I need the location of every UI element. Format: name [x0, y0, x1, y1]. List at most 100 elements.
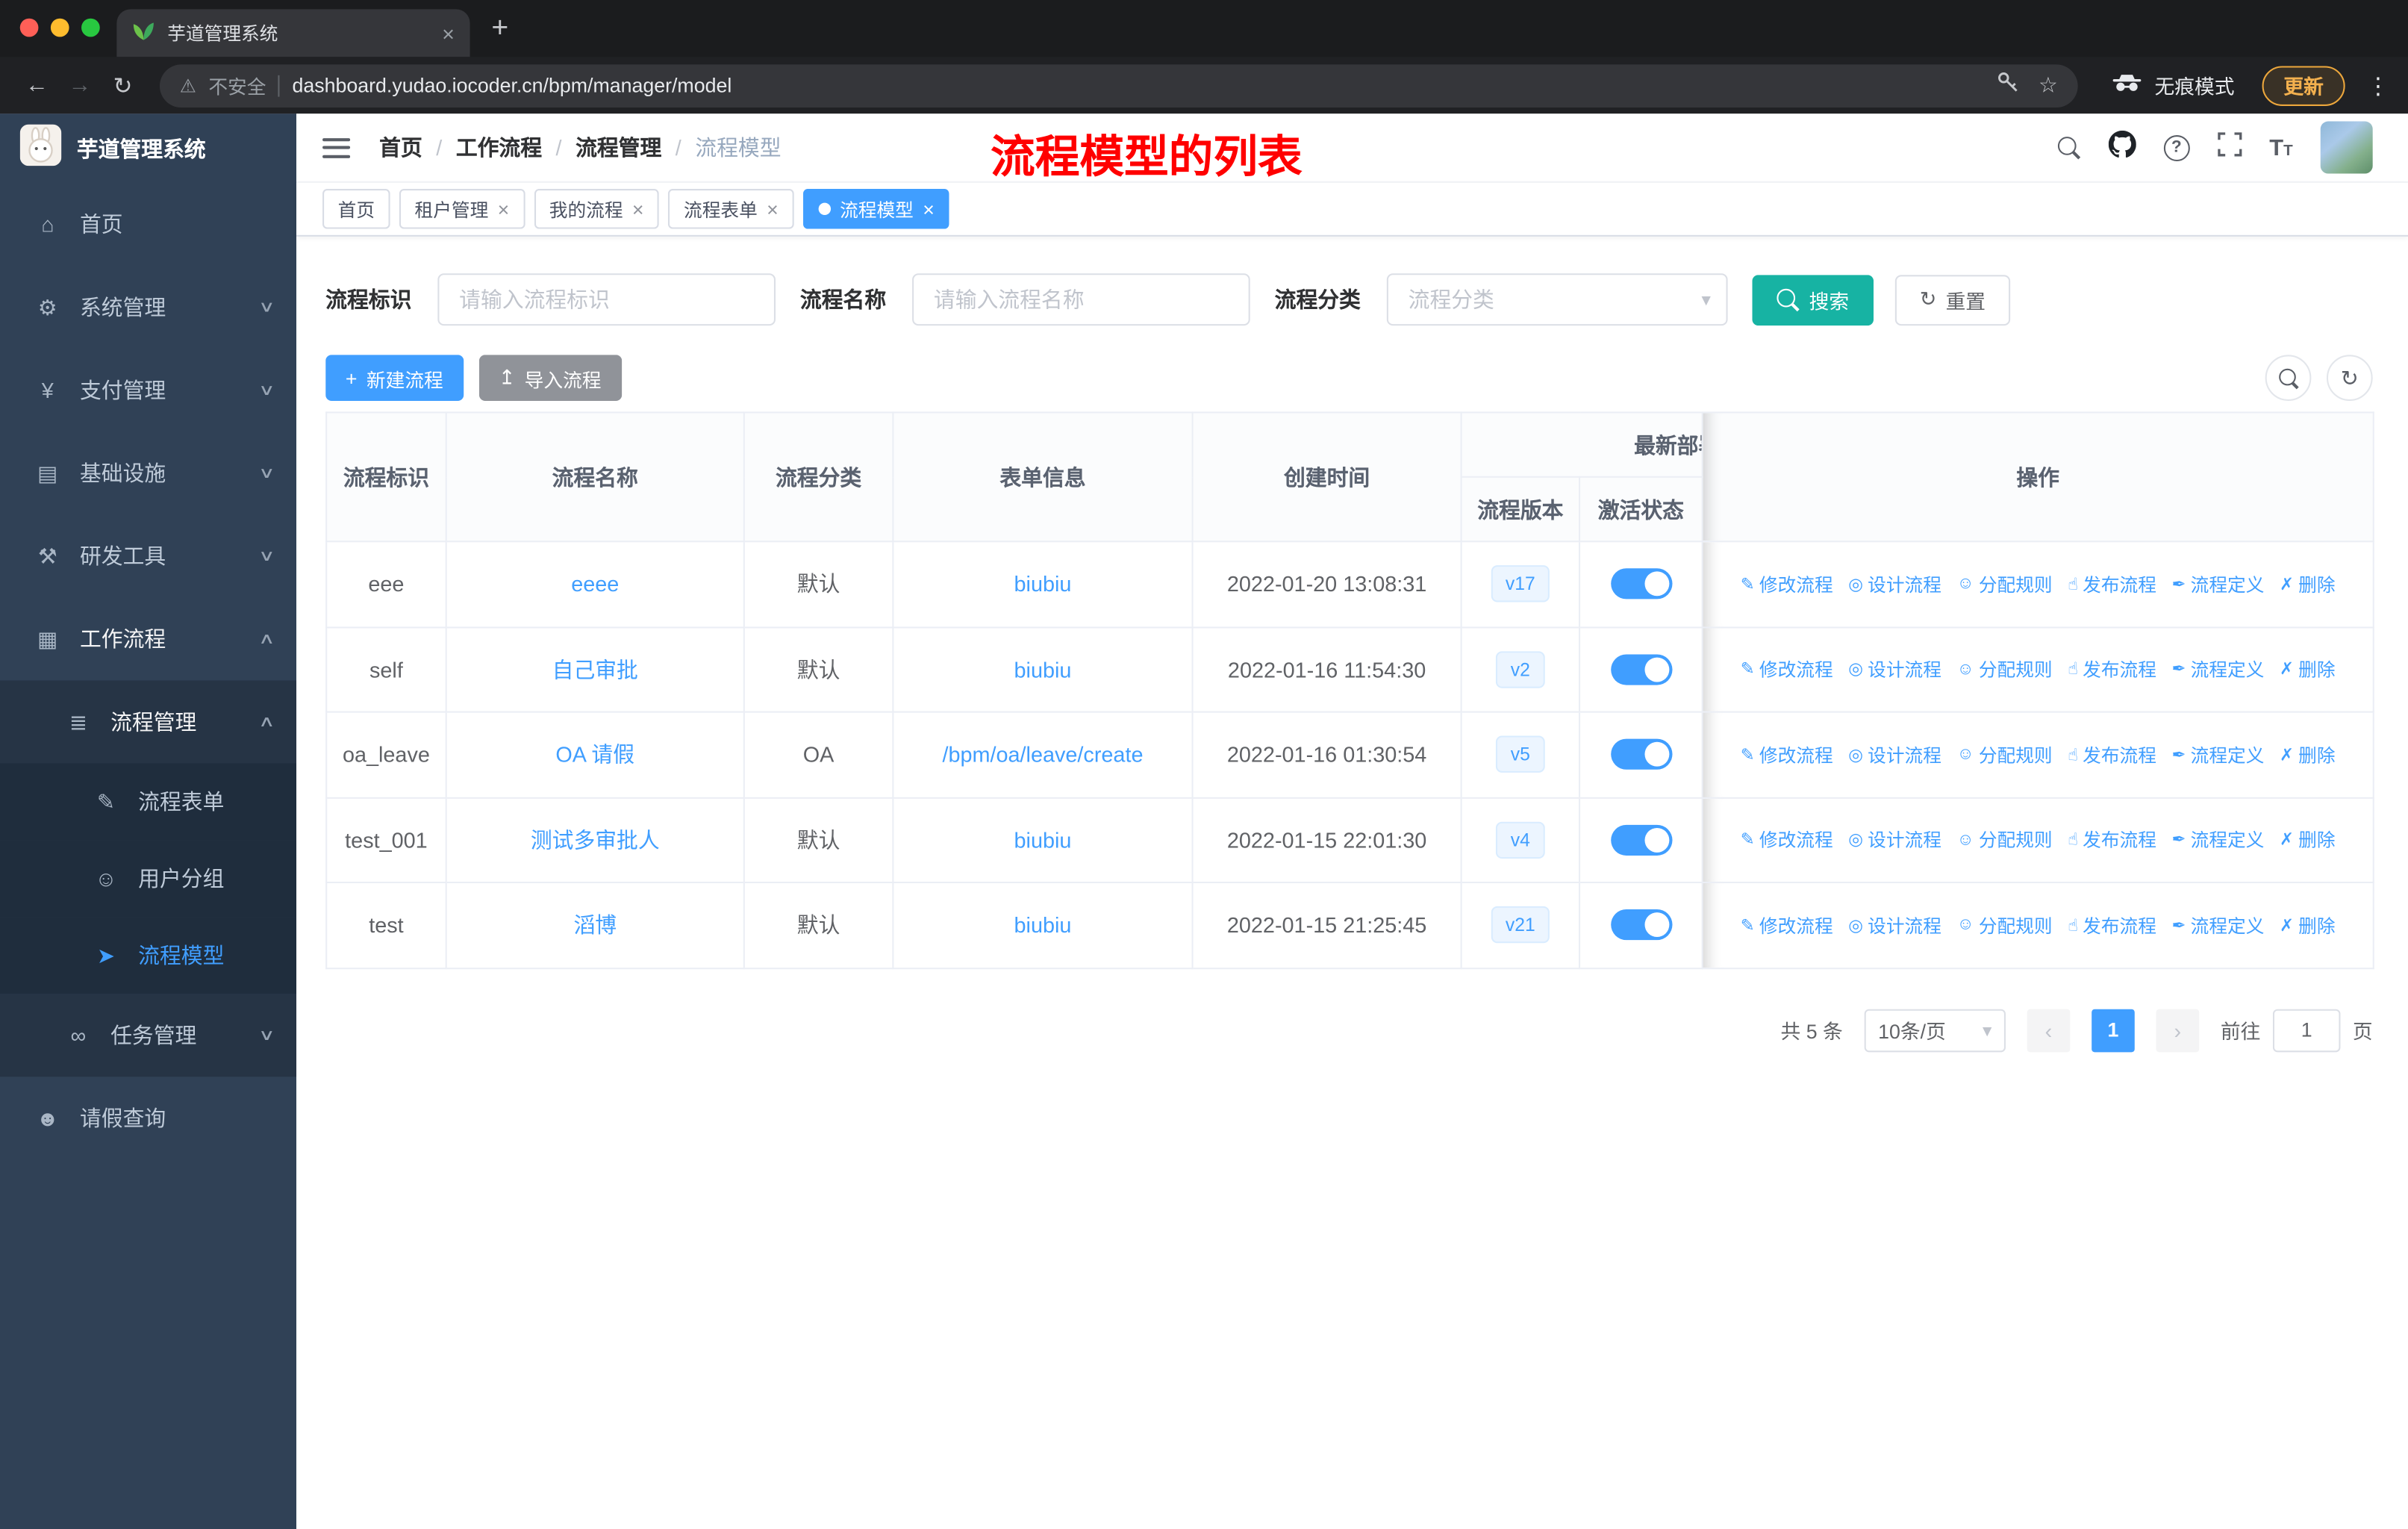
tag-process-form[interactable]: 流程表单 ×: [668, 189, 794, 229]
bookmark-star-icon[interactable]: ☆: [2039, 72, 2058, 99]
process-category-select[interactable]: 流程分类 ▾: [1386, 273, 1728, 326]
process-name-link[interactable]: OA 请假: [555, 742, 634, 767]
font-size-icon[interactable]: TT: [2269, 134, 2292, 161]
github-icon[interactable]: [2108, 129, 2136, 165]
modify-process-link[interactable]: ✎ 修改流程: [1741, 912, 1833, 938]
delete-link[interactable]: ✗ 删除: [2280, 826, 2336, 853]
back-button[interactable]: ←: [19, 72, 55, 99]
assign-rule-link[interactable]: ☺ 分配规则: [1957, 656, 2053, 682]
form-info-link[interactable]: biubiu: [1014, 913, 1072, 938]
sidebar-item-devtools[interactable]: ⚒ 研发工具 ∨: [0, 514, 296, 597]
process-definition-link[interactable]: ✒ 流程定义: [2172, 571, 2265, 597]
help-icon[interactable]: ?: [2163, 134, 2190, 161]
publish-process-link[interactable]: ☝ 发布流程: [2068, 741, 2156, 767]
design-process-link[interactable]: ◎ 设计流程: [1848, 826, 1941, 853]
form-info-link[interactable]: biubiu: [1014, 657, 1072, 682]
reset-button[interactable]: ↻ 重置: [1894, 274, 2011, 326]
tab-close-icon[interactable]: ×: [442, 21, 455, 46]
sidebar-item-process-management[interactable]: ≣ 流程管理 ∧: [0, 680, 297, 764]
tag-tenant[interactable]: 租户管理 ×: [399, 189, 525, 229]
browser-menu-icon[interactable]: ⋮: [2366, 72, 2389, 99]
form-info-link[interactable]: biubiu: [1014, 827, 1072, 852]
address-bar[interactable]: ⚠ 不安全 dashboard.yudao.iocoder.cn/bpm/man…: [159, 63, 2078, 107]
breadcrumb-home[interactable]: 首页: [379, 132, 422, 163]
process-definition-link[interactable]: ✒ 流程定义: [2172, 912, 2265, 938]
breadcrumb-workflow[interactable]: 工作流程: [456, 132, 542, 163]
modify-process-link[interactable]: ✎ 修改流程: [1741, 571, 1833, 597]
password-key-icon[interactable]: [1997, 70, 2020, 101]
sidebar-item-workflow[interactable]: ▦ 工作流程 ∧: [0, 597, 296, 680]
sidebar-item-home[interactable]: ⌂ 首页: [0, 183, 296, 266]
create-process-button[interactable]: + 新建流程: [325, 355, 464, 401]
sidebar-collapse-icon[interactable]: [322, 137, 351, 158]
design-process-link[interactable]: ◎ 设计流程: [1848, 741, 1941, 767]
sidebar-item-process-model[interactable]: ➤ 流程模型: [0, 917, 297, 994]
sidebar-item-payment[interactable]: ¥ 支付管理 ∨: [0, 349, 296, 432]
modify-process-link[interactable]: ✎ 修改流程: [1741, 826, 1833, 853]
form-info-link[interactable]: biubiu: [1014, 572, 1072, 597]
security-label[interactable]: 不安全: [208, 71, 266, 100]
sidebar-logo[interactable]: 芋道管理系统: [0, 113, 296, 183]
sidebar-item-infrastructure[interactable]: ▤ 基础设施 ∨: [0, 432, 296, 514]
assign-rule-link[interactable]: ☺ 分配规则: [1957, 912, 2053, 938]
design-process-link[interactable]: ◎ 设计流程: [1848, 571, 1941, 597]
window-minimize-button[interactable]: [50, 18, 69, 37]
publish-process-link[interactable]: ☝ 发布流程: [2068, 826, 2156, 853]
next-page-button[interactable]: ›: [2156, 1008, 2200, 1052]
assign-rule-link[interactable]: ☺ 分配规则: [1957, 826, 2053, 853]
process-definition-link[interactable]: ✒ 流程定义: [2172, 826, 2265, 853]
publish-process-link[interactable]: ☝ 发布流程: [2068, 656, 2156, 682]
search-button[interactable]: 搜索: [1752, 274, 1874, 326]
process-name-link[interactable]: 滔博: [573, 913, 617, 938]
tag-close-icon[interactable]: ×: [498, 197, 510, 220]
tag-close-icon[interactable]: ×: [923, 197, 935, 220]
process-name-input[interactable]: [912, 273, 1250, 326]
publish-process-link[interactable]: ☝ 发布流程: [2068, 912, 2156, 938]
window-close-button[interactable]: [19, 18, 39, 37]
tag-home[interactable]: 首页: [322, 189, 390, 229]
delete-link[interactable]: ✗ 删除: [2280, 571, 2336, 597]
sidebar-item-leave-query[interactable]: ☻ 请假查询: [0, 1077, 296, 1159]
process-name-link[interactable]: 测试多审批人: [531, 827, 660, 852]
active-toggle[interactable]: [1610, 653, 1672, 685]
active-toggle[interactable]: [1610, 824, 1672, 856]
chrome-update-button[interactable]: 更新: [2262, 65, 2345, 105]
tag-my-process[interactable]: 我的流程 ×: [534, 189, 660, 229]
tag-process-model[interactable]: 流程模型 ×: [802, 189, 950, 229]
url-text[interactable]: dashboard.yudao.iocoder.cn/bpm/manager/m…: [292, 74, 1985, 97]
security-warning-icon[interactable]: ⚠: [180, 75, 196, 96]
process-name-link[interactable]: eeee: [571, 572, 619, 597]
search-icon[interactable]: [2057, 136, 2080, 159]
prev-page-button[interactable]: ‹: [2027, 1008, 2071, 1052]
tag-close-icon[interactable]: ×: [767, 197, 779, 220]
fullscreen-icon[interactable]: [2217, 131, 2242, 164]
sidebar-item-task-management[interactable]: ∞ 任务管理 ∨: [0, 994, 297, 1077]
modify-process-link[interactable]: ✎ 修改流程: [1741, 656, 1833, 682]
browser-tab[interactable]: 芋道管理系统 ×: [116, 9, 470, 57]
process-definition-link[interactable]: ✒ 流程定义: [2172, 656, 2265, 682]
active-toggle[interactable]: [1610, 909, 1672, 941]
delete-link[interactable]: ✗ 删除: [2280, 912, 2336, 938]
new-tab-button[interactable]: +: [491, 12, 508, 46]
goto-page-input[interactable]: [2272, 1008, 2341, 1052]
delete-link[interactable]: ✗ 删除: [2280, 656, 2336, 682]
current-page-button[interactable]: 1: [2092, 1008, 2135, 1052]
reload-button[interactable]: ↻: [105, 72, 141, 99]
tag-close-icon[interactable]: ×: [632, 197, 644, 220]
active-toggle[interactable]: [1610, 739, 1672, 770]
design-process-link[interactable]: ◎ 设计流程: [1848, 912, 1941, 938]
delete-link[interactable]: ✗ 删除: [2280, 741, 2336, 767]
assign-rule-link[interactable]: ☺ 分配规则: [1957, 741, 2053, 767]
sidebar-item-user-group[interactable]: ☺ 用户分组: [0, 840, 297, 918]
sidebar-item-system[interactable]: ⚙ 系统管理 ∨: [0, 266, 296, 349]
form-info-link[interactable]: /bpm/oa/leave/create: [942, 742, 1143, 767]
forward-button[interactable]: →: [61, 72, 98, 99]
modify-process-link[interactable]: ✎ 修改流程: [1741, 741, 1833, 767]
process-definition-link[interactable]: ✒ 流程定义: [2172, 741, 2265, 767]
process-key-input[interactable]: [437, 273, 776, 326]
assign-rule-link[interactable]: ☺ 分配规则: [1957, 571, 2053, 597]
process-name-link[interactable]: 自己审批: [552, 657, 638, 682]
design-process-link[interactable]: ◎ 设计流程: [1848, 656, 1941, 682]
breadcrumb-process-management[interactable]: 流程管理: [576, 132, 661, 163]
import-process-button[interactable]: ↥ 导入流程: [478, 355, 622, 401]
